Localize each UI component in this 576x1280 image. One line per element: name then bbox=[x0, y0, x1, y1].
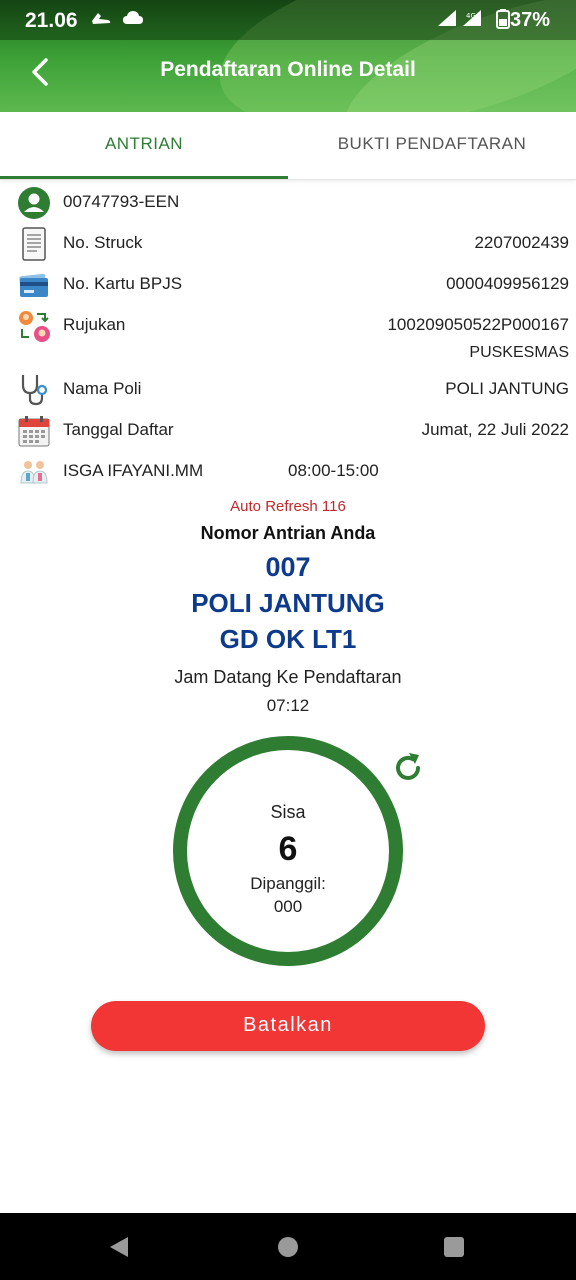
remaining-label: Sisa bbox=[270, 802, 306, 822]
doctor-hours: 08:00-15:00 bbox=[288, 461, 379, 480]
called-label: Dipanggil: bbox=[250, 874, 326, 893]
struck-row: No. Struck 2207002439 bbox=[0, 225, 576, 265]
patient-id: 00747793-EEN bbox=[63, 192, 180, 211]
battery-icon bbox=[496, 9, 510, 34]
system-nav-bar bbox=[0, 1213, 576, 1280]
patient-row: 00747793-EEN bbox=[0, 184, 576, 224]
tab-indicator bbox=[0, 176, 288, 179]
poli-row: Nama Poli POLI JANTUNG bbox=[0, 371, 576, 411]
queue-number: 007 bbox=[265, 552, 311, 582]
tanggal-value: Jumat, 22 Juli 2022 bbox=[421, 420, 569, 439]
tanggal-row: Tanggal Daftar Jumat, 22 Juli 2022 bbox=[0, 412, 576, 452]
signal-4g-icon: 4G bbox=[462, 9, 486, 32]
tab-bar: ANTRIAN BUKTI PENDAFTARAN bbox=[0, 112, 576, 180]
auto-refresh-text: Auto Refresh 116 bbox=[230, 498, 346, 515]
battery-percent: 37% bbox=[509, 9, 550, 31]
queue-poli: POLI JANTUNG bbox=[191, 588, 385, 618]
queue-room: GD OK LT1 bbox=[219, 624, 357, 654]
refresh-button[interactable] bbox=[390, 750, 426, 786]
steps-icon bbox=[90, 9, 112, 32]
tanggal-label: Tanggal Daftar bbox=[63, 420, 174, 439]
queue-title: Nomor Antrian Anda bbox=[200, 523, 376, 543]
doctor-row: ISGA IFAYANI.MM 08:00-15:00 bbox=[0, 453, 576, 493]
rujukan-label: Rujukan bbox=[63, 315, 126, 334]
referral-icon bbox=[19, 311, 50, 342]
struck-label: No. Struck bbox=[63, 233, 143, 252]
remaining-value: 6 bbox=[278, 830, 298, 868]
nav-home-icon[interactable] bbox=[278, 1237, 298, 1257]
card-icon bbox=[19, 273, 48, 297]
nav-recent-icon[interactable] bbox=[444, 1237, 464, 1257]
signal-icon bbox=[437, 9, 457, 32]
app-header: 21.06 4G 37% Pendaftaran Online Detail bbox=[0, 0, 576, 112]
poli-value: POLI JANTUNG bbox=[445, 379, 569, 398]
doctor-name: ISGA IFAYANI.MM bbox=[63, 461, 204, 480]
cancel-button[interactable]: Batalkan bbox=[91, 1001, 485, 1051]
refresh-icon bbox=[396, 753, 420, 780]
struck-value: 2207002439 bbox=[474, 233, 569, 252]
rujukan-source: PUSKESMAS bbox=[469, 344, 569, 361]
arrival-label: Jam Datang Ke Pendaftaran bbox=[174, 667, 402, 687]
rujukan-row: Rujukan 100209050522P000167 PUSKESMAS bbox=[0, 307, 576, 371]
bpjs-value: 0000409956129 bbox=[446, 274, 569, 293]
bpjs-label: No. Kartu BPJS bbox=[63, 274, 183, 293]
page-title: Pendaftaran Online Detail bbox=[160, 58, 416, 81]
stethoscope-icon bbox=[21, 375, 48, 406]
doctors-icon bbox=[20, 461, 48, 484]
poli-label: Nama Poli bbox=[63, 379, 142, 398]
called-value: 000 bbox=[273, 897, 303, 916]
bpjs-row: No. Kartu BPJS 0000409956129 bbox=[0, 266, 576, 306]
svg-text:4G: 4G bbox=[466, 12, 476, 20]
nav-back-icon[interactable] bbox=[108, 1235, 132, 1259]
arrival-time: 07:12 bbox=[266, 696, 310, 715]
cloud-icon bbox=[122, 9, 144, 32]
calendar-icon bbox=[18, 416, 50, 447]
tab-bukti-pendaftaran[interactable]: BUKTI PENDAFTARAN bbox=[288, 112, 576, 180]
status-time: 21.06 bbox=[25, 9, 78, 32]
rujukan-value: 100209050522P000167 bbox=[387, 315, 569, 334]
receipt-icon bbox=[22, 227, 46, 261]
status-bar: 21.06 4G 37% bbox=[0, 0, 576, 40]
person-circle-icon bbox=[18, 187, 50, 219]
tab-antrian[interactable]: ANTRIAN bbox=[0, 112, 288, 180]
